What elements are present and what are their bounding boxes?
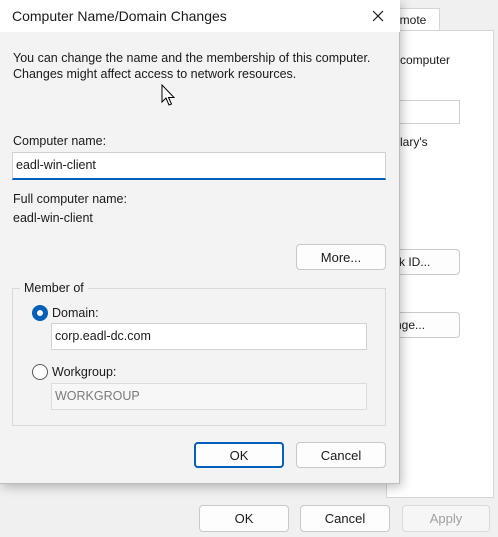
computer-description-text: computer: [400, 53, 451, 67]
more-button[interactable]: More...: [296, 244, 386, 270]
workgroup-input: WORKGROUP: [51, 383, 367, 410]
full-name-value: eadl-win-client: [13, 211, 93, 225]
mouse-cursor-icon: [161, 84, 176, 106]
full-name-label: Full computer name:: [13, 192, 127, 206]
member-of-label: Member of: [20, 281, 88, 295]
apply-button: Apply: [402, 505, 490, 532]
close-icon: [372, 10, 384, 22]
cancel-button[interactable]: Cancel: [296, 442, 386, 468]
example-text: lary's: [400, 135, 428, 149]
computer-name-label: Computer name:: [13, 134, 107, 148]
workgroup-radio[interactable]: [32, 364, 48, 380]
computer-name-dialog: Computer Name/Domain Changes You can cha…: [0, 0, 400, 484]
domain-radio[interactable]: [32, 305, 48, 321]
computer-description-input[interactable]: [396, 100, 460, 124]
dialog-title: Computer Name/Domain Changes: [12, 8, 227, 24]
title-bar: Computer Name/Domain Changes: [0, 0, 400, 32]
cancel-button-main[interactable]: Cancel: [300, 505, 390, 532]
description-text: You can change the name and the membersh…: [13, 51, 371, 81]
close-button[interactable]: [356, 0, 400, 32]
ok-button-main[interactable]: OK: [199, 505, 289, 532]
ok-button[interactable]: OK: [194, 442, 284, 468]
workgroup-label: Workgroup:: [52, 365, 117, 379]
domain-input[interactable]: corp.eadl-dc.com: [51, 323, 367, 350]
domain-label: Domain:: [52, 306, 99, 320]
computer-name-input[interactable]: eadl-win-client: [12, 152, 386, 180]
